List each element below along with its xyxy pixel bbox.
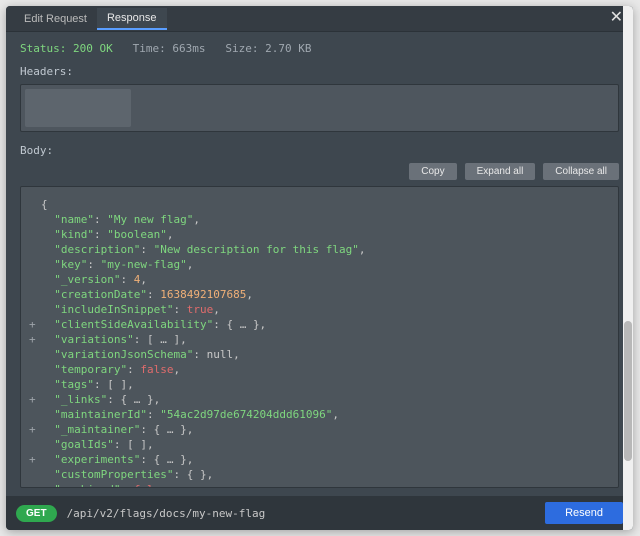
resend-button[interactable]: Resend <box>545 502 623 524</box>
json-line: + "clientSideAvailability": { … }, <box>29 317 610 332</box>
json-line: "description": "New description for this… <box>29 242 610 257</box>
request-url: /api/v2/flags/docs/my-new-flag <box>67 507 546 520</box>
expand-all-button[interactable]: Expand all <box>465 163 536 180</box>
json-line: + "experiments": { … }, <box>29 452 610 467</box>
body-toolbar: Copy Expand all Collapse all <box>20 163 619 180</box>
json-line: + "_links": { … }, <box>29 392 610 407</box>
json-body-box[interactable]: { "name": "My new flag", "kind": "boolea… <box>20 186 619 488</box>
method-pill: GET <box>16 505 57 522</box>
json-line: "archived": false, <box>29 482 610 488</box>
json-line: "_version": 4, <box>29 272 610 287</box>
json-line: "includeInSnippet": true, <box>29 302 610 317</box>
tab-bar: Edit Request Response ✕ <box>6 6 633 32</box>
json-line: "goalIds": [ ], <box>29 437 610 452</box>
response-modal: Edit Request Response ✕ Status: 200 OK T… <box>6 6 633 530</box>
json-line: "variationJsonSchema": null, <box>29 347 610 362</box>
tab-response[interactable]: Response <box>97 8 167 30</box>
json-line: + "variations": [ … ], <box>29 332 610 347</box>
status-label: Status: <box>20 42 66 55</box>
headers-label: Headers: <box>20 65 619 78</box>
json-line: "tags": [ ], <box>29 377 610 392</box>
tab-edit-request[interactable]: Edit Request <box>14 9 97 29</box>
scrollbar-thumb[interactable] <box>624 321 632 461</box>
size-value: 2.70 KB <box>265 42 311 55</box>
headers-placeholder <box>25 89 131 127</box>
time-label: Time: <box>119 42 165 55</box>
collapse-all-button[interactable]: Collapse all <box>543 163 619 180</box>
footer-bar: GET /api/v2/flags/docs/my-new-flag Resen… <box>6 496 633 530</box>
scrollbar-track[interactable] <box>623 6 633 530</box>
status-value: 200 OK <box>73 42 113 55</box>
json-line: + "_maintainer": { … }, <box>29 422 610 437</box>
body-label: Body: <box>20 144 619 157</box>
json-line: "creationDate": 1638492107685, <box>29 287 610 302</box>
status-line: Status: 200 OK Time: 663ms Size: 2.70 KB <box>20 42 619 55</box>
time-value: 663ms <box>172 42 205 55</box>
copy-button[interactable]: Copy <box>409 163 456 180</box>
json-line: "maintainerId": "54ac2d97de674204ddd6109… <box>29 407 610 422</box>
content-area: Status: 200 OK Time: 663ms Size: 2.70 KB… <box>6 32 633 496</box>
json-line: "customProperties": { }, <box>29 467 610 482</box>
json-line: "temporary": false, <box>29 362 610 377</box>
json-line: "name": "My new flag", <box>29 212 610 227</box>
headers-box[interactable] <box>20 84 619 132</box>
json-line: "key": "my-new-flag", <box>29 257 610 272</box>
json-line: "kind": "boolean", <box>29 227 610 242</box>
json-line: { <box>29 197 610 212</box>
size-label: Size: <box>212 42 258 55</box>
